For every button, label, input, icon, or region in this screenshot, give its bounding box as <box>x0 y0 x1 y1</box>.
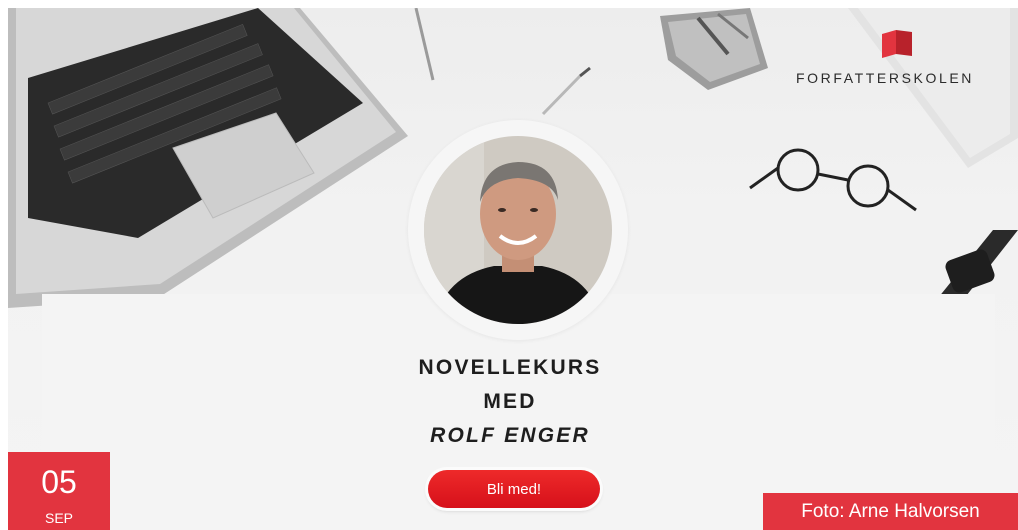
date-month: SEP <box>44 510 73 526</box>
brand[interactable]: FORFATTERSKOLEN <box>796 28 1006 98</box>
pencil-cup-icon <box>660 8 768 90</box>
brand-name: FORFATTERSKOLEN <box>796 70 974 86</box>
instructor-name: ROLF ENGER <box>430 424 590 447</box>
join-button[interactable]: Bli med! <box>428 470 600 508</box>
course-title: NOVELLEKURS <box>418 356 602 379</box>
glasses-icon <box>749 148 917 212</box>
photo-credit: Foto: Arne Halvorsen <box>763 493 1018 530</box>
pen-icon <box>414 8 591 116</box>
laptop-icon <box>8 8 408 308</box>
date-day: 05 <box>41 464 77 500</box>
avatar <box>408 120 628 340</box>
book-logo-icon <box>882 30 912 58</box>
avatar-photo <box>424 136 612 324</box>
date-badge: 05 SEP <box>8 452 110 530</box>
course-title-connector: MED <box>483 390 537 413</box>
smartwatch-icon <box>938 230 1018 300</box>
